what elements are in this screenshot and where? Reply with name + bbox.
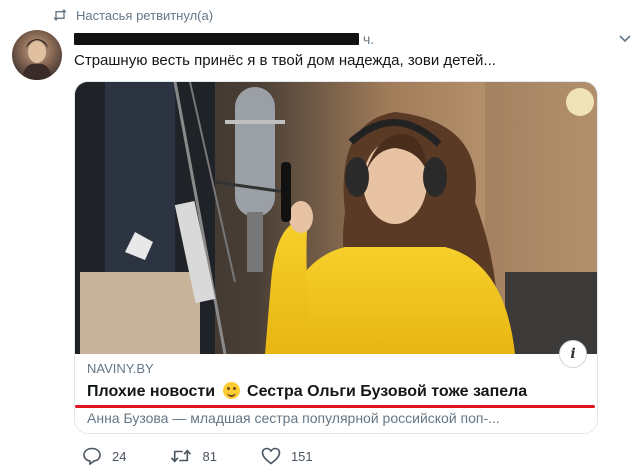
- retweet-count: 81: [202, 448, 217, 464]
- card-title-end: Сестра Ольги Бузовой тоже запела: [247, 383, 528, 400]
- retweet-context: Настасья ретвитнул(а): [52, 6, 213, 24]
- like-count: 151: [290, 448, 313, 464]
- reply-icon: [83, 447, 101, 465]
- heart-icon: [261, 447, 281, 465]
- tweet-header: ч.: [74, 30, 630, 48]
- tweet-text: Страшную весть принёс я в твой дом надеж…: [74, 52, 496, 69]
- avatar[interactable]: [12, 30, 62, 80]
- info-icon[interactable]: i: [559, 340, 587, 368]
- like-button[interactable]: 151: [261, 447, 313, 465]
- reply-button[interactable]: 24: [82, 447, 126, 465]
- chevron-down-icon[interactable]: [618, 32, 632, 46]
- redacted-author-name: [74, 33, 359, 45]
- card-description: Анна Бузова — младшая сестра популярной …: [87, 410, 500, 426]
- retweet-icon: [53, 9, 67, 21]
- card-image: [75, 82, 597, 354]
- card-title-start: Плохие новости: [87, 383, 216, 400]
- card-title: Плохие новости Сестра Ольги Бузовой тоже…: [87, 382, 527, 401]
- link-card[interactable]: i NAVINY.BY Плохие новости Сестра Ольги …: [74, 81, 598, 434]
- smiley-emoji-icon: [222, 382, 240, 399]
- red-underline-annotation: [75, 405, 595, 408]
- retweet-button[interactable]: 81: [170, 447, 217, 465]
- retweet-icon: [171, 449, 192, 463]
- reply-count: 24: [112, 448, 127, 464]
- retweet-context-label: Настасья ретвитнул(а): [76, 7, 214, 23]
- card-domain: NAVINY.BY: [87, 361, 154, 376]
- tweet-time[interactable]: ч.: [363, 31, 374, 47]
- tweet-actions: 24 81 151: [82, 447, 357, 465]
